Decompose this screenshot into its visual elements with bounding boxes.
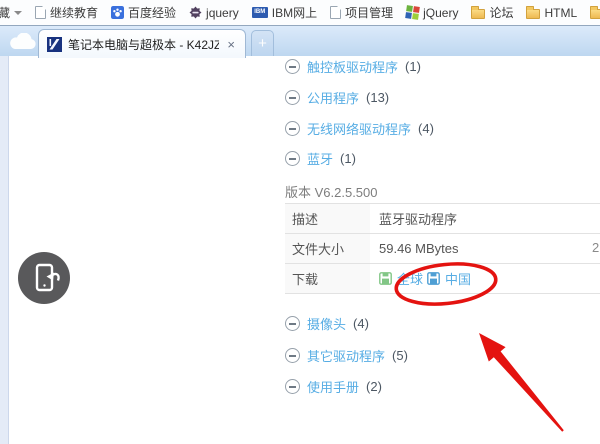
- section-manual: 使用手册 (2): [285, 377, 382, 396]
- bookmarks-bar: 收藏 继续教育 百度经验 jquery IBM IBM网上 项目管理 jQuer…: [0, 0, 600, 25]
- row-label: 描述: [285, 204, 370, 233]
- save-disk-icon-global[interactable]: [379, 272, 392, 285]
- close-icon[interactable]: ×: [225, 38, 237, 51]
- bookmark-label: jQuery: [423, 6, 458, 20]
- section-count: (1): [340, 151, 356, 166]
- collapse-minus-icon[interactable]: [285, 151, 300, 166]
- bookmark-label: jquery: [206, 6, 239, 20]
- table-row: 下载 全球 中国: [285, 264, 600, 294]
- page-icon: [330, 6, 341, 19]
- pinwheel-icon: [405, 5, 420, 20]
- chevron-down-icon: [14, 11, 22, 15]
- section-count: (2): [366, 379, 382, 394]
- folder-icon: [590, 9, 600, 19]
- webpage-content: 触控板驱动程序 (1) 公用程序 (13) 无线网络驱动程序 (4) 蓝牙 (1…: [0, 56, 600, 444]
- bookmark-item[interactable]: 常用: [590, 4, 600, 21]
- section-link[interactable]: 摄像头: [307, 314, 346, 333]
- section-count: (4): [418, 121, 434, 136]
- section-count: (4): [353, 316, 369, 331]
- table-row: 描述 蓝牙驱动程序: [285, 204, 600, 234]
- section-camera: 摄像头 (4): [285, 314, 369, 333]
- row-value: 蓝牙驱动程序: [370, 209, 457, 228]
- section-link[interactable]: 其它驱动程序: [307, 346, 385, 365]
- bookmark-item[interactable]: 论坛: [471, 4, 513, 21]
- bookmark-item[interactable]: jQuery: [406, 6, 458, 20]
- favorites-label: 收藏: [0, 4, 10, 21]
- bookmark-label: 项目管理: [345, 4, 393, 21]
- tab-title: 笔记本电脑与超极本 - K42JZ: [68, 36, 219, 53]
- phone-arrow-icon: [18, 252, 70, 304]
- section-count: (5): [392, 348, 408, 363]
- bookmark-item[interactable]: 项目管理: [330, 4, 393, 21]
- section-link[interactable]: 蓝牙: [307, 149, 333, 168]
- section-utilities: 公用程序 (13): [285, 88, 389, 107]
- browser-tab[interactable]: 笔记本电脑与超极本 - K42JZ ×: [38, 29, 246, 58]
- site-favicon: [47, 37, 62, 52]
- section-link[interactable]: 公用程序: [307, 88, 359, 107]
- section-other-drivers: 其它驱动程序 (5): [285, 346, 408, 365]
- section-count: (13): [366, 90, 389, 105]
- row-label: 下载: [285, 264, 370, 293]
- bookmark-label: HTML: [544, 6, 577, 20]
- bookmark-item[interactable]: 百度经验: [111, 4, 176, 21]
- favorites-dropdown[interactable]: 收藏: [0, 4, 22, 21]
- download-link-china[interactable]: 中国: [445, 269, 471, 288]
- new-tab-button[interactable]: +: [251, 30, 274, 57]
- bookmark-item[interactable]: IBM IBM网上: [252, 4, 317, 21]
- row-label: 文件大小: [285, 234, 370, 263]
- bookmark-label: 继续教育: [50, 4, 98, 21]
- tab-bar: 笔记本电脑与超极本 - K42JZ × +: [0, 25, 600, 56]
- collapse-minus-icon[interactable]: [285, 316, 300, 331]
- bookmark-item[interactable]: 继续教育: [35, 4, 98, 21]
- section-link[interactable]: 触控板驱动程序: [307, 57, 398, 76]
- bookmark-label: IBM网上: [272, 4, 317, 21]
- page-icon: [35, 6, 46, 19]
- section-touchpad-driver: 触控板驱动程序 (1): [285, 57, 421, 76]
- section-bluetooth: 蓝牙 (1): [285, 149, 356, 168]
- bookmark-item[interactable]: jquery: [189, 6, 239, 20]
- row-value: 59.46 MBytes: [370, 241, 459, 256]
- bookmark-item[interactable]: HTML: [526, 6, 577, 20]
- section-link[interactable]: 无线网络驱动程序: [307, 119, 411, 138]
- table-row: 文件大小 59.46 MBytes: [285, 234, 600, 264]
- download-links: 全球 中国: [370, 269, 471, 288]
- section-wireless-driver: 无线网络驱动程序 (4): [285, 119, 434, 138]
- save-disk-icon-china[interactable]: [427, 272, 440, 285]
- section-link[interactable]: 使用手册: [307, 377, 359, 396]
- cloud-sync-icon[interactable]: [8, 33, 38, 50]
- send-to-phone-button[interactable]: [18, 252, 70, 304]
- page-left-margin: [0, 56, 9, 444]
- driver-detail-table: 描述 蓝牙驱动程序 文件大小 59.46 MBytes 下载 全球: [285, 203, 600, 294]
- collapse-minus-icon[interactable]: [285, 379, 300, 394]
- folder-icon: [471, 9, 485, 19]
- clipped-text-fragment: 2: [592, 240, 599, 255]
- download-link-global[interactable]: 全球: [397, 269, 423, 288]
- section-count: (1): [405, 59, 421, 74]
- collapse-minus-icon[interactable]: [285, 90, 300, 105]
- bookmark-label: 论坛: [489, 4, 513, 21]
- gear-badge-icon: [189, 6, 202, 19]
- bookmark-label: 百度经验: [128, 4, 176, 21]
- ibm-logo-icon: IBM: [252, 7, 268, 18]
- collapse-minus-icon[interactable]: [285, 348, 300, 363]
- collapse-minus-icon[interactable]: [285, 121, 300, 136]
- driver-version: 版本 V6.2.5.500: [285, 182, 378, 201]
- folder-icon: [526, 9, 540, 19]
- collapse-minus-icon[interactable]: [285, 59, 300, 74]
- baidu-paw-icon: [111, 6, 124, 19]
